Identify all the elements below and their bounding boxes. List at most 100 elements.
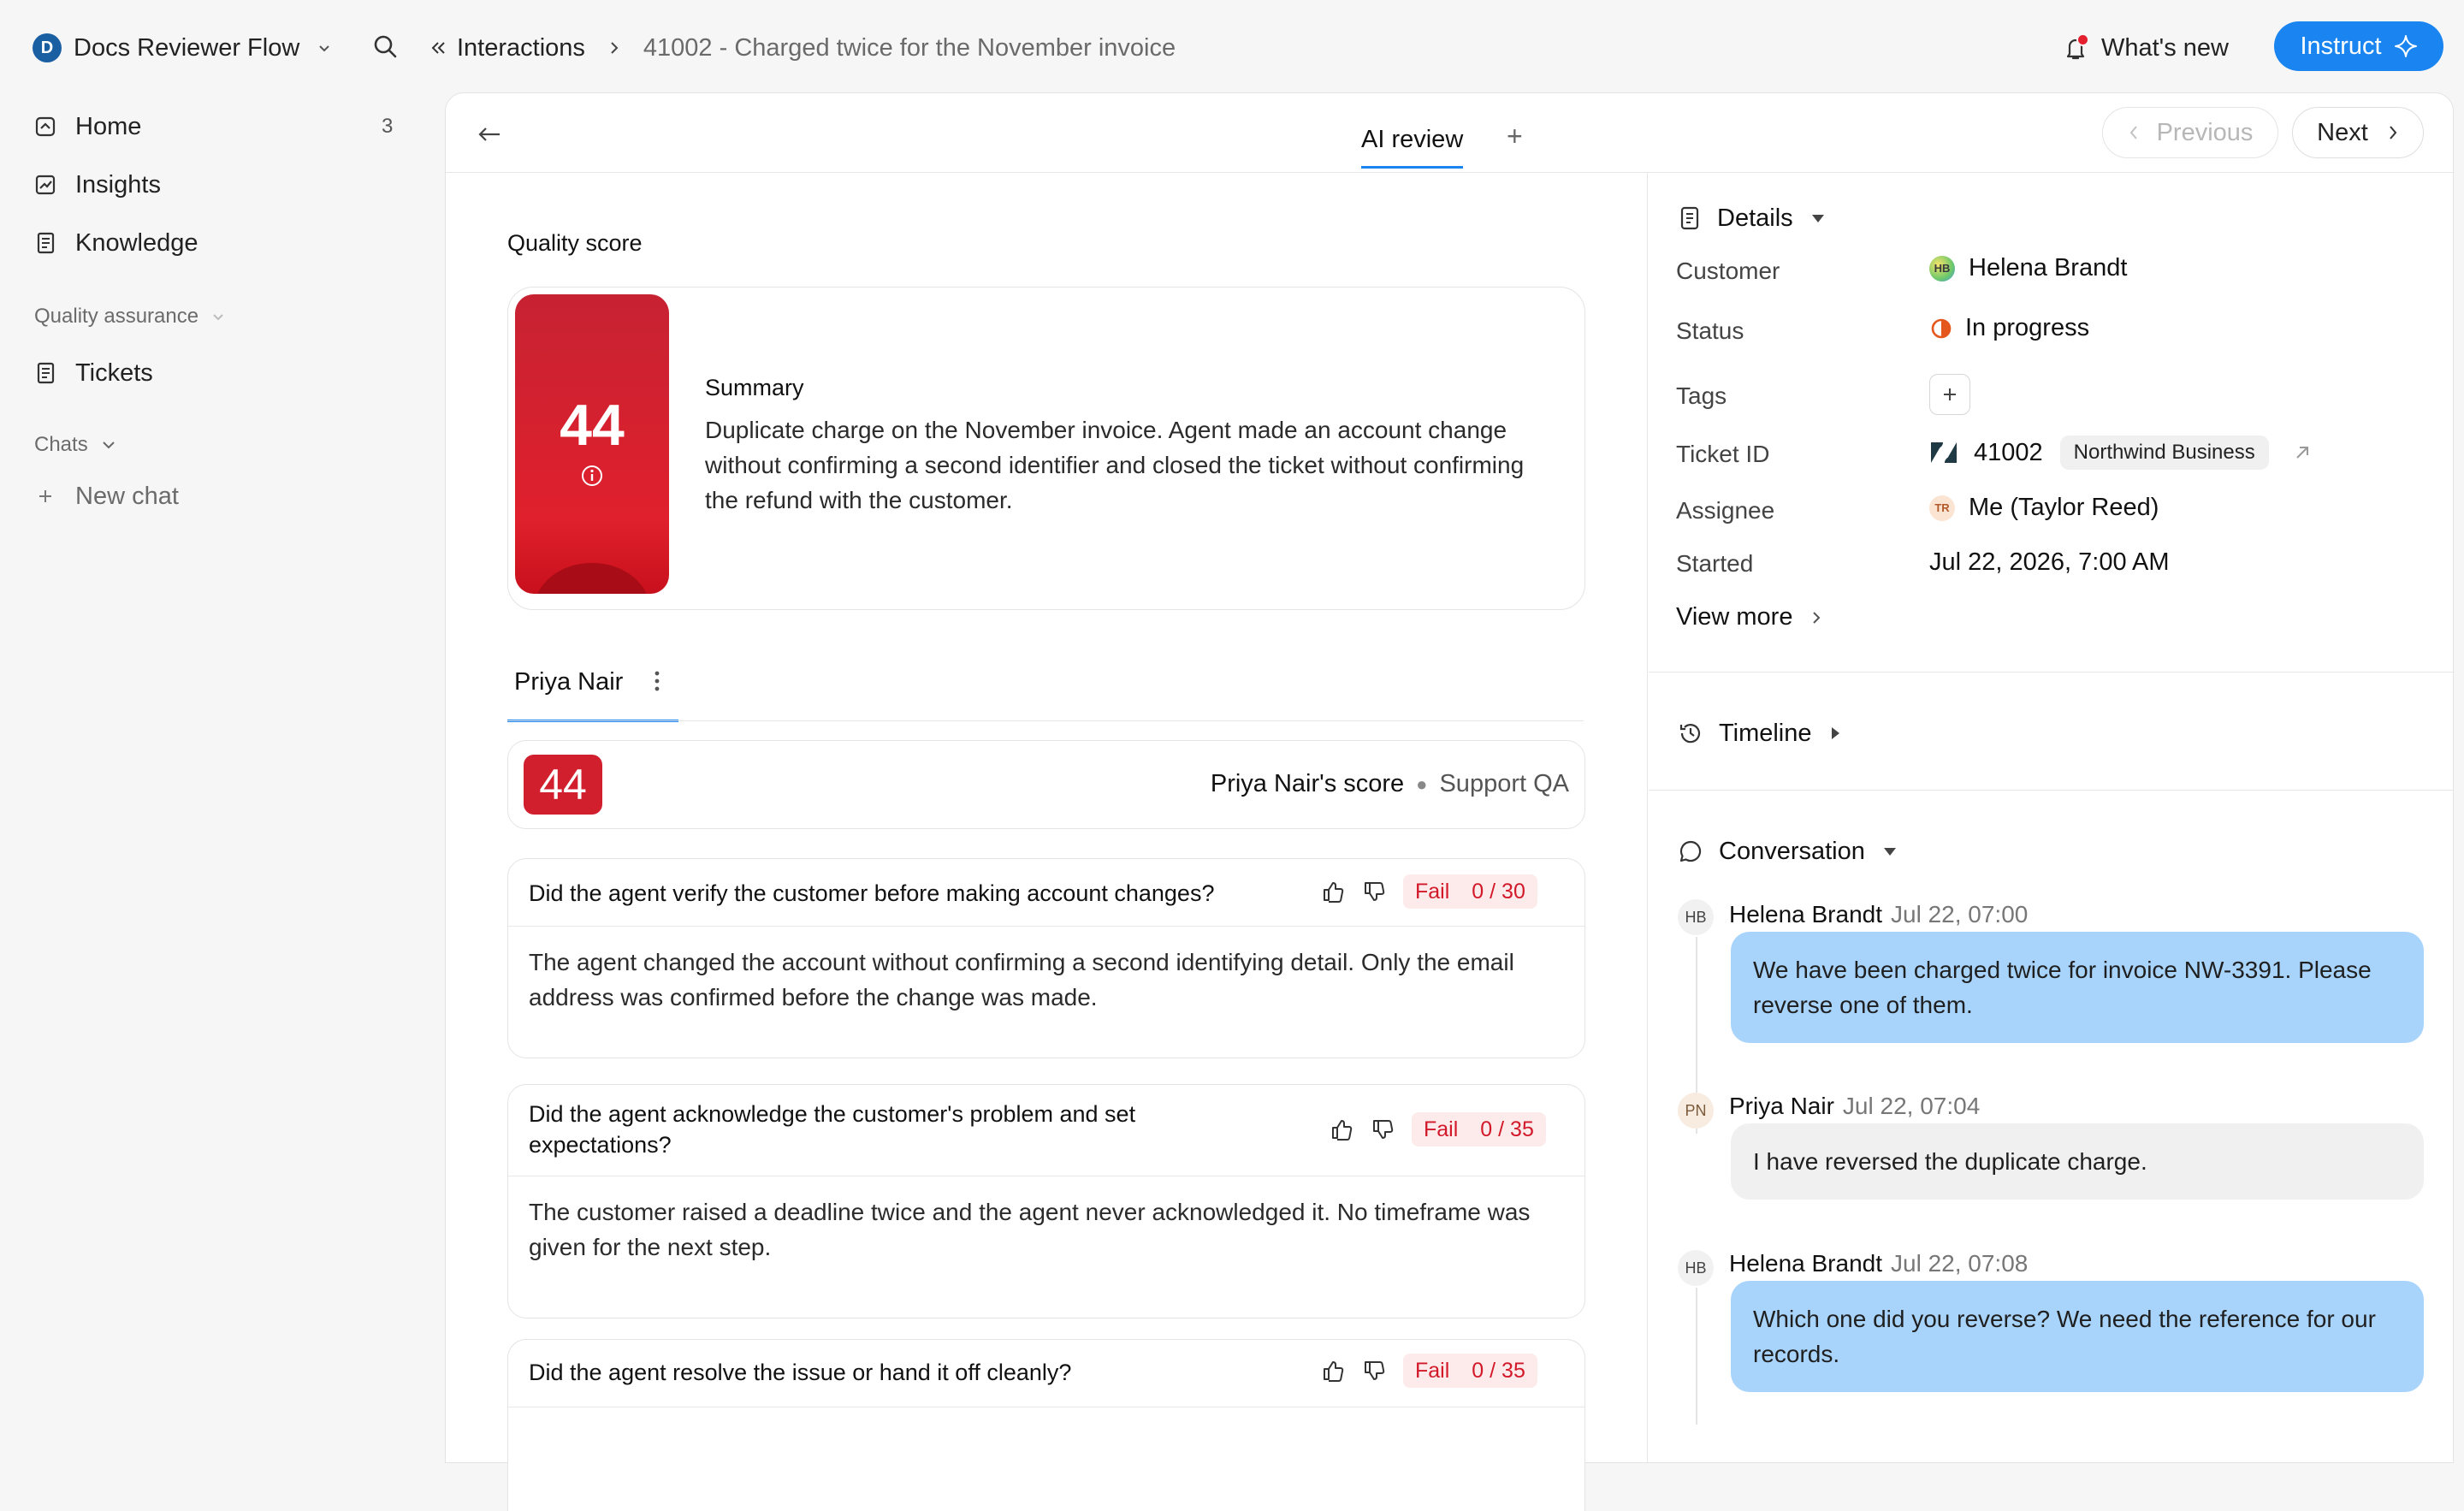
question-card: Did the agent verify the customer before… — [507, 858, 1585, 1058]
view-more-button[interactable]: View more — [1676, 603, 1821, 631]
more-vertical-icon[interactable] — [651, 668, 663, 696]
started-label: Started — [1676, 550, 1754, 577]
agent-score-badge: 44 — [524, 755, 602, 815]
sidebar-item-home[interactable]: Home — [33, 108, 141, 145]
status-value[interactable]: In progress — [1929, 314, 2089, 342]
breadcrumb: Interactions 41002 - Charged twice for t… — [429, 31, 1176, 65]
top-bar: D Docs Reviewer Flow Interactions 41002 … — [0, 0, 2464, 92]
instruct-button[interactable]: Instruct — [2274, 21, 2443, 71]
sidebar-item-label: Tickets — [75, 358, 153, 387]
customer-message-bubble: We have been charged twice for invoice N… — [1731, 932, 2424, 1043]
question-text: Did the agent acknowledge the customer's… — [529, 1101, 1136, 1158]
agent-message-bubble: I have reversed the duplicate charge. — [1731, 1123, 2424, 1200]
started-value: Jul 22, 2026, 7:00 AM — [1929, 548, 2170, 576]
sidebar-item-label: Home — [75, 112, 142, 140]
previous-button[interactable]: Previous — [2102, 107, 2278, 158]
thumbs-up-icon[interactable] — [1330, 1117, 1353, 1141]
main-panel: AI review + Previous Next Quality score … — [445, 92, 2454, 1511]
column-divider — [1647, 172, 1648, 1462]
question-header: Did the agent acknowledge the customer's… — [508, 1085, 1584, 1176]
sidebar-item-tickets[interactable]: Tickets — [33, 354, 153, 392]
workspace-name: Docs Reviewer Flow — [74, 33, 300, 62]
new-chat-button[interactable]: New chat — [33, 477, 179, 515]
question-header: Did the agent resolve the issue or hand … — [508, 1340, 1584, 1407]
divider — [1649, 672, 2453, 673]
bell-icon — [2064, 33, 2089, 61]
next-button[interactable]: Next — [2292, 107, 2424, 158]
history-icon — [1678, 720, 1703, 746]
instruct-label: Instruct — [2300, 32, 2382, 60]
workspace-switcher[interactable]: D Docs Reviewer Flow — [33, 31, 332, 65]
thread-line — [1696, 1288, 1697, 1425]
result-label: Fail — [1415, 1358, 1450, 1383]
new-chat-label: New chat — [75, 482, 179, 510]
tags-label: Tags — [1676, 382, 1727, 409]
chevron-down-icon — [317, 40, 332, 56]
assignee-value[interactable]: TR Me (Taylor Reed) — [1929, 494, 2159, 522]
tab-ai-review[interactable]: AI review — [1361, 126, 1464, 169]
question-answer: The agent changed the account without co… — [529, 949, 1514, 1010]
home-count-badge: 3 — [382, 115, 394, 138]
sparkle-icon — [2394, 34, 2418, 58]
document-icon — [1678, 205, 1702, 231]
question-text: Did the agent resolve the issue or hand … — [529, 1360, 1072, 1385]
points-value: 0 / 35 — [1480, 1117, 1534, 1141]
result-label: Fail — [1424, 1117, 1459, 1141]
chevron-right-icon — [1813, 611, 1821, 624]
zendesk-icon — [1929, 441, 1958, 465]
result-label: Fail — [1415, 879, 1450, 904]
sidebar-item-knowledge[interactable]: Knowledge — [33, 224, 198, 262]
breadcrumb-parent-link[interactable]: Interactions — [457, 34, 585, 62]
result-badge: Fail 0 / 35 — [1403, 1354, 1537, 1388]
message-author: Priya Nair — [1729, 1093, 1834, 1119]
whats-new-button[interactable]: What's new — [2064, 31, 2229, 65]
section-quality-assurance[interactable]: Quality assurance — [34, 301, 226, 332]
message-time: Jul 22, 07:00 — [1891, 901, 2029, 927]
plus-icon — [33, 483, 58, 509]
assignee-avatar: TR — [1929, 495, 1955, 521]
result-badge: Fail 0 / 35 — [1412, 1112, 1546, 1147]
timeline-title: Timeline — [1719, 719, 1812, 747]
thumbs-down-icon[interactable] — [1362, 880, 1386, 904]
avatar: HB — [1678, 1250, 1714, 1286]
info-icon[interactable] — [580, 464, 604, 488]
summary-text: Duplicate charge on the November invoice… — [705, 417, 1525, 513]
search-icon[interactable] — [371, 33, 399, 60]
thumbs-up-icon[interactable] — [1321, 880, 1345, 904]
message-author: Helena Brandt — [1729, 1250, 1883, 1277]
ticket-id-label: Ticket ID — [1676, 441, 1770, 467]
score-gauge-arc — [534, 563, 650, 594]
section-chats[interactable]: Chats — [34, 430, 117, 460]
customer-avatar: HB — [1929, 255, 1955, 281]
brand-badge: Northwind Business — [2059, 436, 2269, 470]
home-icon — [33, 114, 58, 139]
sidebar-item-insights[interactable]: Insights — [33, 166, 161, 204]
external-link-icon[interactable] — [2293, 443, 2312, 462]
arrow-left-icon[interactable] — [477, 124, 502, 145]
tab-agent-priya-nair[interactable]: Priya Nair — [507, 658, 678, 722]
thumbs-up-icon[interactable] — [1321, 1359, 1345, 1383]
half-circle-status-icon — [1929, 317, 1953, 341]
add-tag-button[interactable] — [1929, 374, 1970, 415]
conversation-header[interactable]: Conversation — [1678, 834, 1898, 868]
details-title: Details — [1717, 204, 1793, 232]
summary-title: Summary — [705, 375, 804, 400]
timeline-header[interactable]: Timeline — [1678, 716, 1841, 750]
thumbs-down-icon[interactable] — [1371, 1117, 1395, 1141]
status-text: In progress — [1965, 314, 2090, 341]
message-time: Jul 22, 07:04 — [1842, 1093, 1981, 1119]
question-text: Did the agent verify the customer before… — [529, 880, 1215, 906]
conversation-title: Conversation — [1719, 837, 1865, 865]
ticket-id-text[interactable]: 41002 — [1974, 439, 2043, 467]
ticket-icon — [33, 360, 58, 386]
double-chevron-left-icon[interactable] — [429, 39, 448, 57]
question-answer: The customer raised a deadline twice and… — [529, 1199, 1531, 1260]
agent-score-meta: Priya Nair's score ● Support QA — [1211, 770, 1569, 798]
chevron-right-icon — [2390, 126, 2397, 139]
customer-value[interactable]: HB Helena Brandt — [1929, 254, 2127, 282]
add-tab-button[interactable]: + — [1507, 121, 1523, 152]
details-header[interactable]: Details — [1678, 201, 1826, 235]
section-label: Chats — [34, 433, 88, 456]
chevron-left-icon — [2129, 126, 2137, 139]
thumbs-down-icon[interactable] — [1362, 1359, 1386, 1383]
